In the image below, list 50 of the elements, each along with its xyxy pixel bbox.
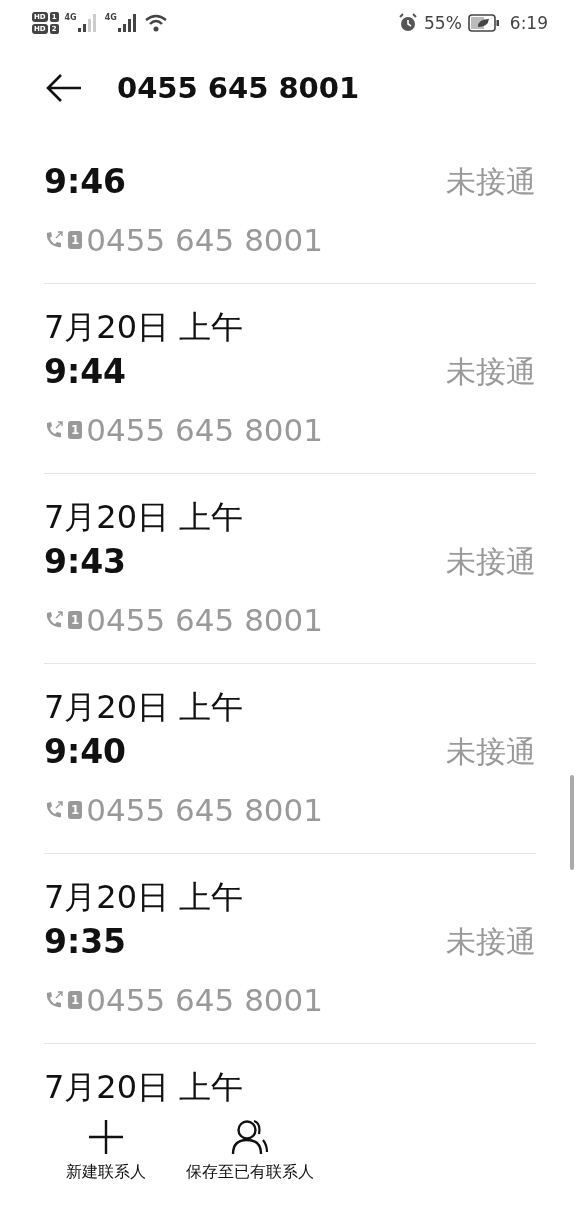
sim-badge: 1 — [68, 801, 83, 819]
outgoing-call-icon — [44, 610, 64, 630]
sim-badge: 1 — [68, 421, 83, 439]
call-number: 0455 645 8001 — [86, 982, 324, 1018]
signal-icon — [116, 12, 139, 33]
outgoing-call-icon — [44, 990, 64, 1010]
signal-icon — [76, 12, 99, 33]
call-log-entry[interactable]: 7月20日 上午 9:40 未接通 1 0455 645 8001 — [44, 664, 536, 854]
clock: 6:19 — [509, 12, 548, 33]
call-log-entry[interactable]: 7月20日 上午 9:44 未接通 1 0455 645 8001 — [44, 284, 536, 474]
person-icon — [230, 1118, 270, 1156]
call-status: 未接通 — [446, 923, 536, 961]
call-log-entry[interactable]: 7月20日 上午 9:35 未接通 1 0455 645 8001 — [44, 854, 536, 1044]
outgoing-call-icon — [44, 800, 64, 820]
call-status: 未接通 — [446, 733, 536, 771]
alarm-icon — [398, 12, 418, 33]
call-number: 0455 645 8001 — [86, 602, 324, 638]
outgoing-call-icon — [44, 230, 64, 250]
battery-percentage: 55% — [424, 12, 462, 33]
phone-number-title: 0455 645 8001 — [117, 70, 360, 105]
call-time: 9:43 — [44, 541, 128, 583]
contact-action-button[interactable]: 保存至已有联系人 — [186, 1118, 314, 1183]
sim-badge: 1 — [68, 991, 83, 1009]
call-time: 9:35 — [44, 921, 128, 963]
call-log-entry[interactable]: 7月20日 上午 9:43 未接通 1 0455 645 8001 — [44, 474, 536, 664]
sim-badge: 1 — [68, 611, 83, 629]
call-date: 7月20日 上午 — [44, 1067, 245, 1108]
call-status: 未接通 — [446, 543, 536, 581]
call-date: 7月20日 上午 — [44, 877, 245, 918]
call-status: 未接通 — [446, 163, 536, 201]
call-time: 9:44 — [44, 351, 128, 393]
call-time: 9:40 — [44, 731, 128, 773]
call-log-entry[interactable]: 7月20日 上午 — [44, 1044, 536, 1110]
call-date: 7月20日 上午 — [44, 687, 245, 728]
call-number: 0455 645 8001 — [86, 222, 324, 258]
call-number: 0455 645 8001 — [86, 792, 324, 828]
call-date: 7月20日 上午 — [44, 497, 245, 538]
contact-action-button[interactable]: 新建联系人 — [66, 1118, 146, 1183]
outgoing-call-icon — [44, 420, 64, 440]
call-date: 7月20日 上午 — [44, 307, 245, 348]
plus-icon — [87, 1118, 125, 1156]
wifi-icon — [144, 13, 167, 32]
call-status: 未接通 — [446, 353, 536, 391]
sim-badge: 1 — [68, 231, 83, 249]
battery-icon — [467, 13, 500, 32]
network-type: 4G — [64, 12, 77, 22]
call-time: 9:46 — [44, 161, 128, 203]
call-log-entry[interactable]: 9:46 未接通 1 0455 645 8001 — [44, 130, 536, 284]
network-type: 4G — [104, 12, 117, 22]
call-number: 0455 645 8001 — [86, 412, 324, 448]
